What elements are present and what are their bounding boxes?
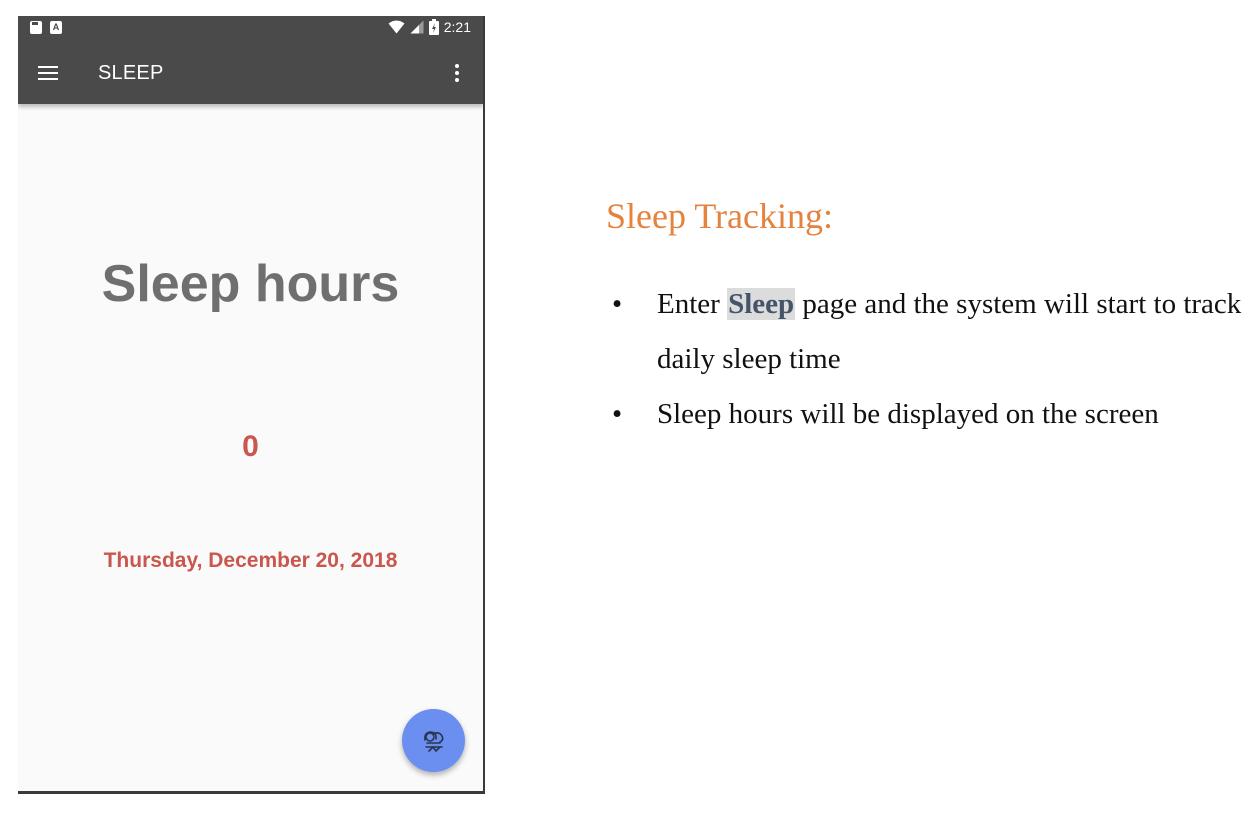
app-bar-title: SLEEP [98,62,164,84]
bullet-mark: • [612,288,623,320]
bullet-mark: • [612,398,623,430]
signal-icon [410,20,424,34]
bullet-text-before: Enter [657,288,728,320]
doc-title: Sleep Tracking: [606,196,834,236]
highlighted-word: Sleep [727,288,796,320]
list-item: • Sleep hours will be displayed on the s… [606,387,1246,442]
sleep-fab-button[interactable] [402,709,465,772]
current-date: Thursday, December 20, 2018 [103,549,398,572]
status-time: 2:21 [443,19,471,35]
doc-bullet-list: • Enter Sleep page and the system will s… [606,277,1246,442]
sd-card-icon [30,21,42,34]
status-left-icons: A [30,21,62,34]
list-item: • Enter Sleep page and the system will s… [606,277,1246,387]
status-right-icons: 2:21 [388,19,471,35]
phone-screen: A 2:21 SLEEP Sleep hours 0 Thursday, Dec… [18,16,485,794]
hamburger-menu-icon[interactable] [36,61,60,85]
app-bar: SLEEP [18,42,483,104]
more-vert-icon[interactable] [449,61,465,85]
sleep-hours-heading: Sleep hours [101,255,400,313]
sleeping-person-icon [423,730,443,752]
a-badge-icon: A [50,21,62,34]
sleep-hours-value: 0 [242,430,259,463]
wifi-icon [388,20,405,34]
battery-icon [428,19,439,35]
status-bar: A 2:21 [18,16,483,42]
bullet-text: Sleep hours will be displayed on the scr… [657,398,1159,430]
